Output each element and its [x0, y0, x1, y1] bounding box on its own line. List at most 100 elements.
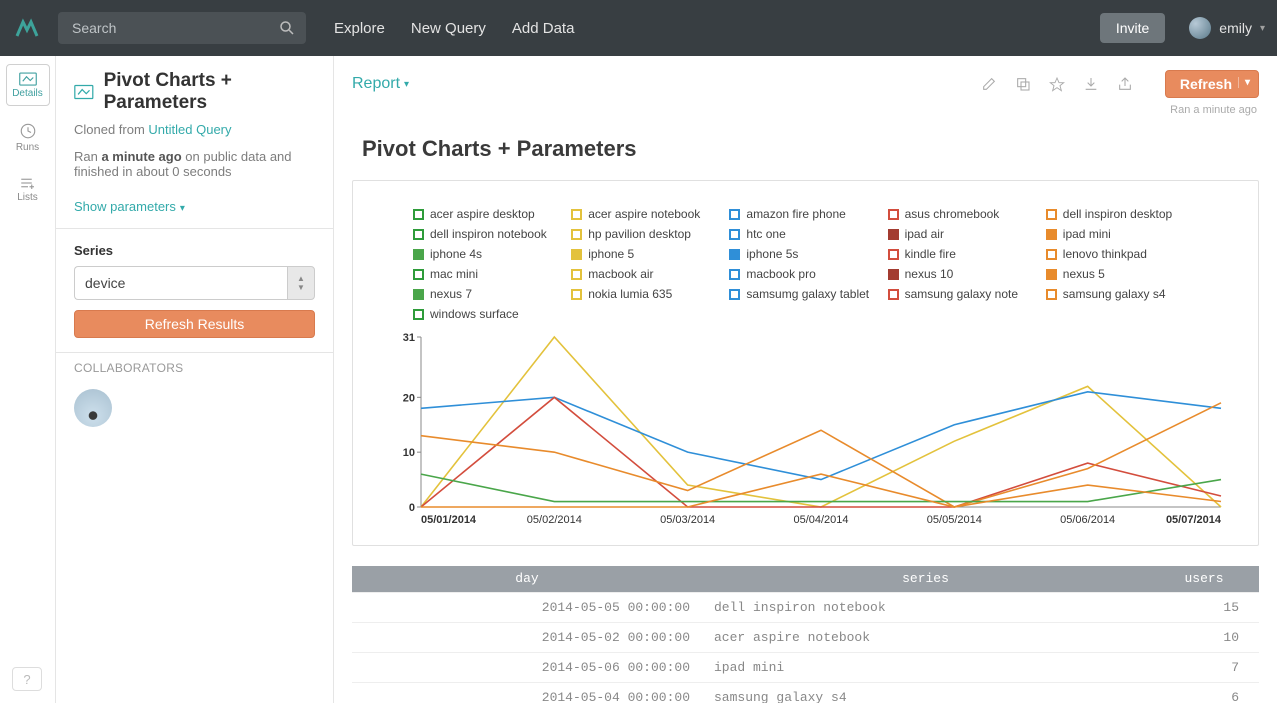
user-menu[interactable]: emily ▾	[1189, 17, 1265, 39]
main-area: Report ▾ Refresh Ran a minute ago Pivot …	[334, 56, 1277, 703]
data-table: day series users 2014-05-05 00:00:00dell…	[352, 566, 1259, 703]
top-bar: Explore New Query Add Data Invite emily …	[0, 0, 1277, 56]
report-dropdown[interactable]: Report ▾	[352, 75, 409, 93]
legend-item[interactable]: mac mini	[413, 267, 565, 281]
refresh-button[interactable]: Refresh	[1165, 70, 1259, 98]
legend-swatch	[413, 289, 424, 300]
legend-swatch	[729, 229, 740, 240]
collaborators-label: COLLABORATORS	[74, 361, 315, 375]
share-icon[interactable]	[1117, 76, 1133, 92]
cell-users: 6	[1149, 682, 1259, 703]
duplicate-icon[interactable]	[1015, 76, 1031, 92]
legend-label: kindle fire	[905, 247, 956, 261]
select-stepper[interactable]: ▲▼	[287, 266, 315, 300]
legend-swatch	[729, 209, 740, 220]
legend-item[interactable]: amazon fire phone	[729, 207, 881, 221]
svg-text:05/03/2014: 05/03/2014	[660, 514, 715, 526]
legend-item[interactable]: iphone 5s	[729, 247, 881, 261]
series-label: Series	[74, 243, 315, 258]
svg-text:10: 10	[402, 447, 414, 459]
collaborator-avatar[interactable]	[74, 389, 112, 427]
legend-item[interactable]: nexus 7	[413, 287, 565, 301]
user-name: emily	[1219, 20, 1252, 36]
table-row[interactable]: 2014-05-06 00:00:00ipad mini7	[352, 652, 1259, 682]
legend-item[interactable]: iphone 4s	[413, 247, 565, 261]
table-row[interactable]: 2014-05-04 00:00:00samsung galaxy s46	[352, 682, 1259, 703]
legend-item[interactable]: ipad air	[888, 227, 1040, 241]
legend-item[interactable]: samsumg galaxy tablet	[729, 287, 881, 301]
star-icon[interactable]	[1049, 76, 1065, 92]
svg-text:05/07/2014: 05/07/2014	[1165, 514, 1221, 526]
legend-label: macbook air	[588, 267, 653, 281]
svg-text:05/06/2014: 05/06/2014	[1060, 514, 1115, 526]
chart-box: acer aspire desktop acer aspire notebook a…	[352, 180, 1259, 546]
leftnav-runs[interactable]: Runs	[6, 116, 50, 158]
legend-item[interactable]: hp pavilion desktop	[571, 227, 723, 241]
legend-item[interactable]: windows surface	[413, 307, 565, 321]
legend-label: nexus 5	[1063, 267, 1105, 281]
col-users[interactable]: users	[1149, 566, 1259, 592]
legend-item[interactable]: ipad mini	[1046, 227, 1198, 241]
legend-swatch	[571, 269, 582, 280]
invite-button[interactable]: Invite	[1100, 13, 1165, 43]
ran-time: a minute ago	[101, 149, 181, 164]
legend-swatch	[888, 249, 899, 260]
legend-swatch	[888, 269, 899, 280]
cell-day: 2014-05-02 00:00:00	[352, 622, 702, 652]
content-scroll[interactable]: Pivot Charts + Parameters acer aspire de…	[334, 102, 1277, 703]
legend-label: macbook pro	[746, 267, 815, 281]
legend-item[interactable]: acer aspire desktop	[413, 207, 565, 221]
legend-item[interactable]: nexus 5	[1046, 267, 1198, 281]
legend-item[interactable]: nokia lumia 635	[571, 287, 723, 301]
edit-icon[interactable]	[981, 76, 997, 92]
legend-swatch	[571, 229, 582, 240]
leftnav-lists[interactable]: Lists	[6, 168, 50, 210]
nav-add-data[interactable]: Add Data	[512, 20, 575, 37]
legend-item[interactable]: iphone 5	[571, 247, 723, 261]
table-row[interactable]: 2014-05-05 00:00:00dell inspiron noteboo…	[352, 592, 1259, 622]
legend-item[interactable]: kindle fire	[888, 247, 1040, 261]
chevron-down-icon: ▾	[180, 203, 185, 214]
legend-label: iphone 5	[588, 247, 634, 261]
table-row[interactable]: 2014-05-02 00:00:00acer aspire notebook1…	[352, 622, 1259, 652]
legend-item[interactable]: nexus 10	[888, 267, 1040, 281]
legend-item[interactable]: htc one	[729, 227, 881, 241]
legend-label: asus chromebook	[905, 207, 1000, 221]
legend-swatch	[1046, 269, 1057, 280]
legend-label: mac mini	[430, 267, 478, 281]
series-select[interactable]: ▲▼	[74, 266, 315, 300]
refresh-results-button[interactable]: Refresh Results	[74, 310, 315, 338]
legend-item[interactable]: macbook pro	[729, 267, 881, 281]
legend-item[interactable]: dell inspiron notebook	[413, 227, 565, 241]
app-logo[interactable]	[12, 13, 42, 43]
nav-new-query[interactable]: New Query	[411, 20, 486, 37]
series-value[interactable]	[74, 266, 287, 300]
legend-item[interactable]: dell inspiron desktop	[1046, 207, 1198, 221]
legend-item[interactable]: asus chromebook	[888, 207, 1040, 221]
svg-text:05/04/2014: 05/04/2014	[793, 514, 848, 526]
leftnav-label: Details	[12, 88, 43, 99]
legend-swatch	[729, 249, 740, 260]
cell-users: 10	[1149, 622, 1259, 652]
search-icon	[278, 19, 296, 37]
help-icon: ?	[23, 672, 30, 687]
svg-text:0: 0	[408, 502, 414, 514]
col-day[interactable]: day	[352, 566, 702, 592]
legend-item[interactable]: samsung galaxy note	[888, 287, 1040, 301]
legend-item[interactable]: lenovo thinkpad	[1046, 247, 1198, 261]
show-parameters[interactable]: Show parameters▾	[56, 197, 333, 228]
legend-label: samsung galaxy note	[905, 287, 1018, 301]
leftnav-details[interactable]: Details	[6, 64, 50, 106]
col-series[interactable]: series	[702, 566, 1149, 592]
nav-explore[interactable]: Explore	[334, 20, 385, 37]
search-input[interactable]	[58, 12, 306, 44]
legend-swatch	[1046, 209, 1057, 220]
legend-label: dell inspiron desktop	[1063, 207, 1172, 221]
legend-label: nokia lumia 635	[588, 287, 672, 301]
legend-item[interactable]: macbook air	[571, 267, 723, 281]
cloned-from-link[interactable]: Untitled Query	[148, 122, 231, 137]
help-button[interactable]: ?	[12, 667, 42, 691]
download-icon[interactable]	[1083, 76, 1099, 92]
legend-item[interactable]: samsung galaxy s4	[1046, 287, 1198, 301]
legend-item[interactable]: acer aspire notebook	[571, 207, 723, 221]
